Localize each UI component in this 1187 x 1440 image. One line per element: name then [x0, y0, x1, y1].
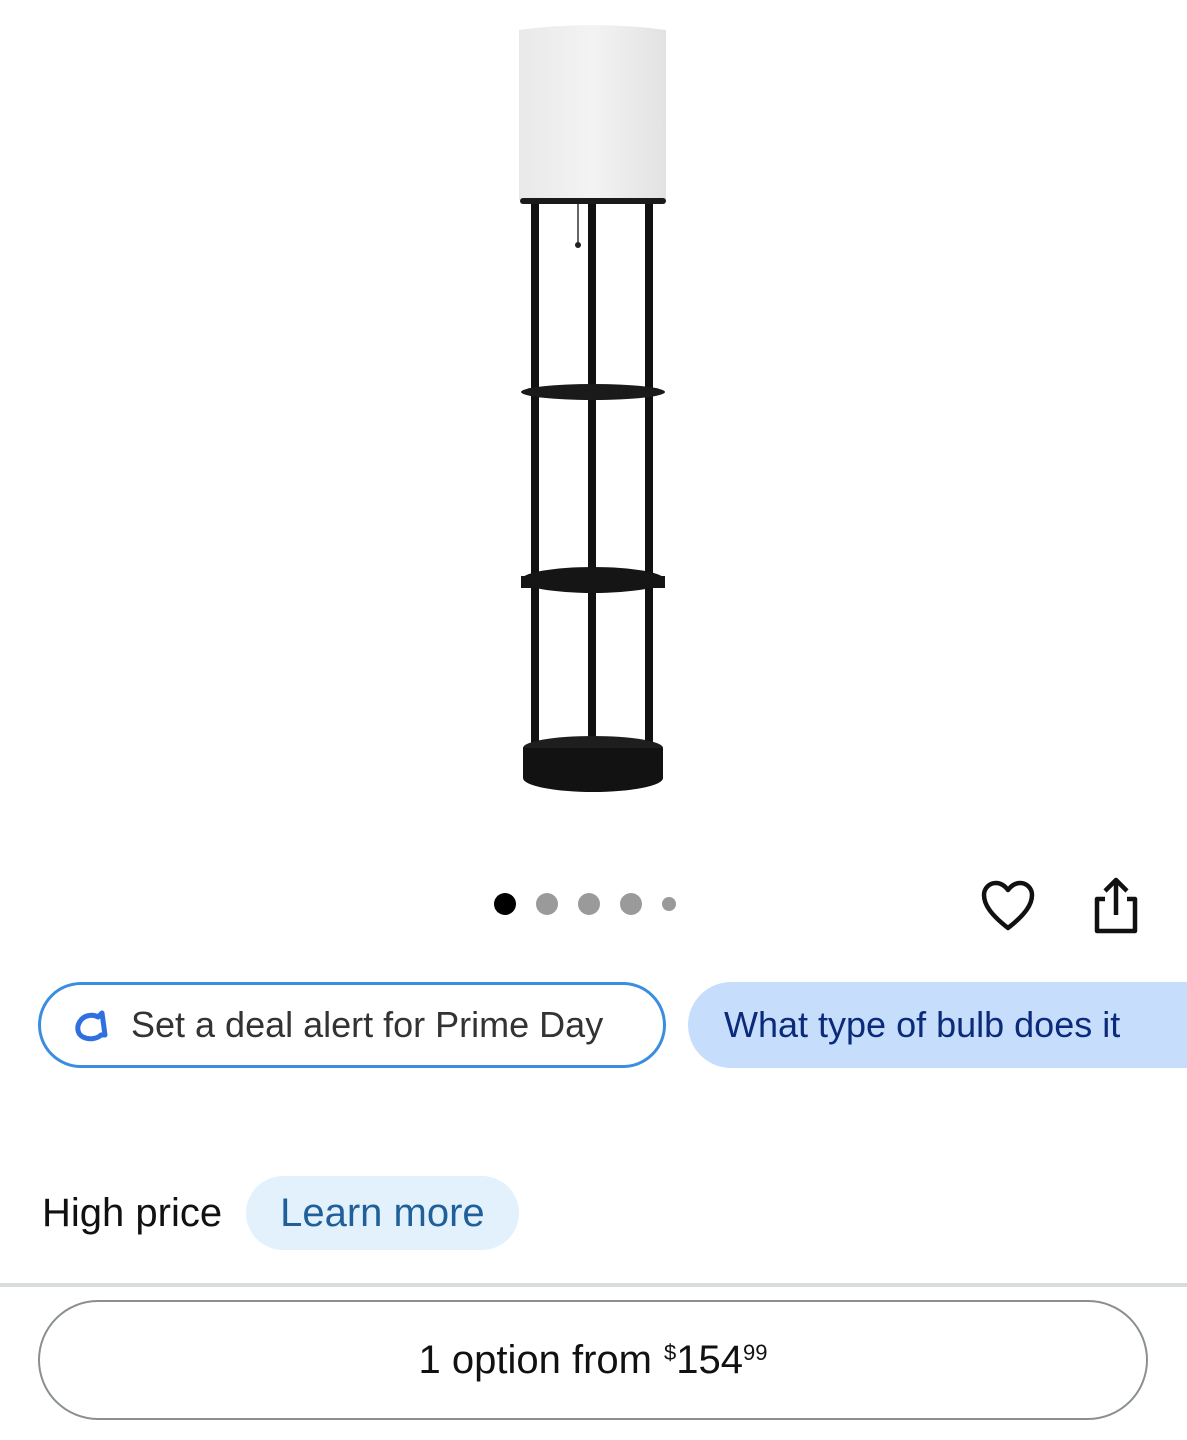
share-icon — [1094, 877, 1138, 934]
question-label: What type of bulb does it — [724, 1004, 1121, 1045]
floor-lamp-illustration — [519, 25, 666, 792]
buying-options-button[interactable]: 1 option from $ 154 99 — [38, 1300, 1148, 1420]
product-page: Set a deal alert for Prime Day What type… — [0, 0, 1187, 1440]
image-carousel-dots — [494, 893, 676, 915]
deal-alert-chip[interactable]: Set a deal alert for Prime Day — [38, 982, 666, 1068]
carousel-dot-4[interactable] — [620, 893, 642, 915]
option-price: $ 154 99 — [664, 1338, 767, 1383]
deal-alert-label: Set a deal alert for Prime Day — [131, 1004, 604, 1045]
product-image[interactable] — [500, 18, 690, 808]
question-chip[interactable]: What type of bulb does it — [688, 982, 1187, 1068]
carousel-dot-3[interactable] — [578, 893, 600, 915]
price-fraction: 99 — [742, 1339, 768, 1365]
options-prefix: 1 option from — [418, 1337, 652, 1382]
price-status-label: High price — [42, 1190, 223, 1235]
heart-icon — [981, 880, 1035, 931]
section-divider — [0, 1283, 1187, 1287]
alexa-icon — [75, 1010, 108, 1042]
carousel-dot-1[interactable] — [494, 893, 516, 915]
suggestion-chips: Set a deal alert for Prime Day What type… — [38, 982, 1187, 1072]
price-currency: $ — [663, 1339, 677, 1365]
carousel-dot-2[interactable] — [536, 893, 558, 915]
learn-more-button[interactable]: Learn more — [246, 1176, 519, 1250]
price-status-row: High price Learn more — [42, 1176, 519, 1250]
carousel-dot-5[interactable] — [662, 897, 676, 911]
wishlist-button[interactable] — [978, 876, 1038, 936]
price-whole: 154 — [676, 1337, 743, 1382]
share-button[interactable] — [1086, 876, 1146, 936]
